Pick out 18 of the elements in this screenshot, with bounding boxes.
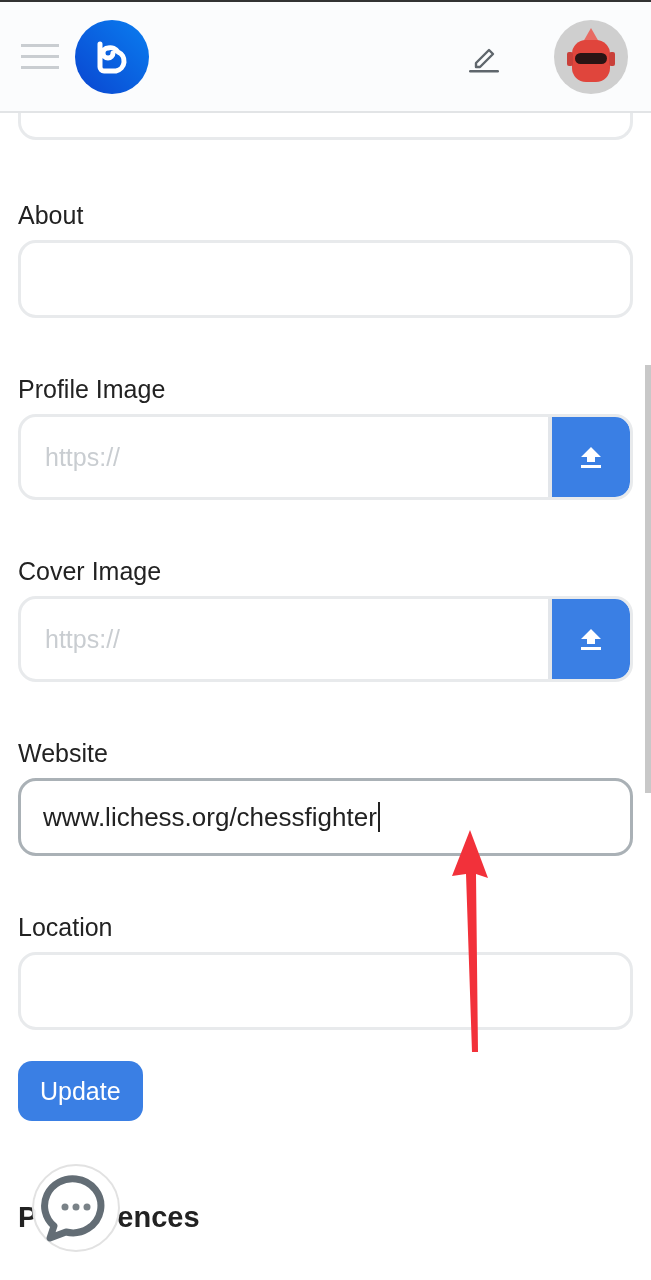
upload-button[interactable]	[548, 417, 630, 497]
field-label: Website	[18, 738, 109, 768]
field-label: About	[18, 200, 85, 230]
avatar-icon[interactable]	[554, 19, 628, 94]
logo-icon[interactable]	[75, 19, 149, 94]
text-field[interactable]	[18, 113, 633, 140]
section-heading: ences	[117, 1201, 200, 1234]
update-button[interactable]: Update	[18, 1061, 143, 1121]
text-field[interactable]: www.lichess.org/chessfighter	[18, 778, 633, 856]
field-value: www.lichess.org/chessfighter	[43, 801, 377, 833]
upload-icon	[579, 627, 603, 651]
field-label: Profile Image	[18, 374, 167, 404]
upload-icon	[579, 445, 603, 469]
text-cursor	[377, 802, 380, 832]
field-label: Location	[18, 912, 114, 942]
field-label: Cover Image	[18, 556, 163, 586]
text-field[interactable]	[18, 952, 633, 1030]
upload-button[interactable]	[548, 599, 630, 679]
